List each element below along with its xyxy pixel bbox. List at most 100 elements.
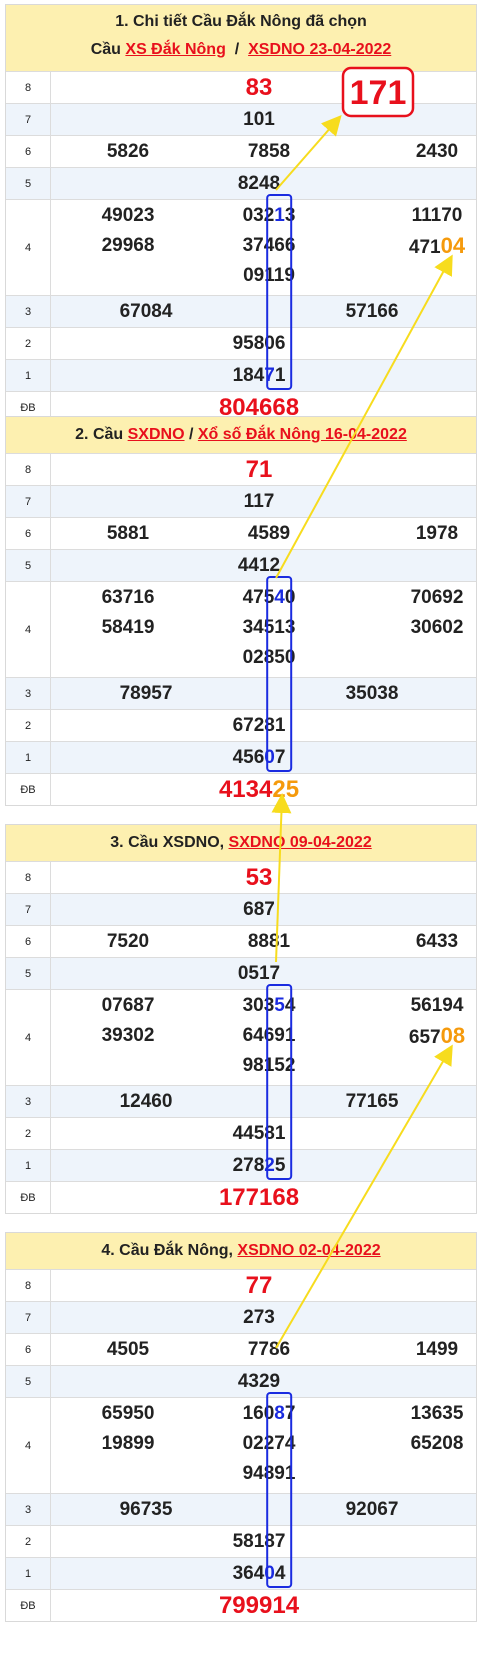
- prize-label: 1: [6, 360, 51, 392]
- prize-label: 3: [6, 678, 51, 710]
- prize-number: 5881: [106, 523, 150, 544]
- prize-number: 78957: [119, 683, 173, 704]
- highlighted-digit: 1: [274, 205, 285, 226]
- prize-number: 12460: [119, 1091, 173, 1112]
- prize-number: 71: [245, 456, 273, 483]
- prize-number: 02274: [242, 1433, 296, 1454]
- prize-number: 7520: [106, 931, 150, 952]
- prize-number: 18471: [232, 365, 286, 386]
- prize-row: 6 5826 7858 2430: [6, 135, 476, 168]
- prize-label: 4: [6, 1398, 51, 1494]
- prize-row: 1 45607: [6, 741, 476, 774]
- prize-number: 5826: [106, 141, 150, 162]
- card-title-text: 3. Cầu XSDNO,: [110, 834, 229, 851]
- card-title-link[interactable]: Xổ số Đắk Nông 16-04-2022: [198, 426, 407, 443]
- card-title-text: 1. Chi tiết Cầu Đắk Nông đã chọn: [115, 13, 367, 30]
- prize-row: 8 77: [6, 1269, 476, 1302]
- prize-label: 1: [6, 1558, 51, 1590]
- card-header: 4. Cầu Đắk Nông, XSDNO 02-04-2022: [6, 1233, 476, 1269]
- prize-row: 7 117: [6, 485, 476, 518]
- prize-label: 2: [6, 1118, 51, 1150]
- prize-label: ĐB: [6, 1182, 51, 1214]
- card-title-text: 2. Cầu: [75, 426, 128, 443]
- prize-row: 7 273: [6, 1301, 476, 1334]
- prize-number: 16087: [242, 1403, 296, 1424]
- prize-row: 4 49023 29968 03213 37466 09119 11170 47104: [6, 199, 476, 296]
- prize-row: 1 18471: [6, 359, 476, 392]
- card-title-link[interactable]: XS Đắk Nông: [125, 41, 225, 58]
- prize-row: 5 4329: [6, 1365, 476, 1398]
- prize-row: 6 7520 8881 6433: [6, 925, 476, 958]
- prize-label: 7: [6, 1302, 51, 1334]
- card-title-text: /: [184, 426, 198, 443]
- prize-label: 4: [6, 582, 51, 678]
- prize-label: ĐB: [6, 774, 51, 806]
- prize-number: 11170: [411, 205, 463, 226]
- prize-number: 0517: [237, 963, 281, 984]
- card-title-link[interactable]: SXDNO: [128, 426, 185, 443]
- prize-label: 5: [6, 168, 51, 200]
- highlighted-digit: 8: [274, 1403, 285, 1424]
- card-header: 2. Cầu SXDNO / Xổ số Đắk Nông 16-04-2022: [6, 417, 476, 453]
- prize-row: 3 96735 92067: [6, 1493, 476, 1526]
- prize-number: 13635: [410, 1403, 464, 1424]
- result-card-2: 2. Cầu SXDNO / Xổ số Đắk Nông 16-04-2022…: [5, 416, 477, 806]
- prize-label: 6: [6, 136, 51, 168]
- prize-row: ĐB 413425: [6, 773, 476, 806]
- prize-label: 1: [6, 1150, 51, 1182]
- prize-number: 30354: [242, 995, 296, 1016]
- prize-number: 98152: [242, 1055, 296, 1076]
- prize-number: 101: [243, 109, 275, 130]
- prize-number: 96735: [119, 1499, 173, 1520]
- card-header: 1. Chi tiết Cầu Đắk Nông đã chọn Cầu XS Đ…: [6, 5, 476, 71]
- prize-row: 5 0517: [6, 957, 476, 990]
- prize-row: 1 27825: [6, 1149, 476, 1182]
- card-title: 4. Cầu Đắk Nông, XSDNO 02-04-2022: [6, 1242, 476, 1260]
- prize-label: 4: [6, 990, 51, 1086]
- card-title-link[interactable]: XSDNO 02-04-2022: [237, 1242, 380, 1259]
- prize-label: 1: [6, 742, 51, 774]
- prize-row: 2 44581: [6, 1117, 476, 1150]
- prize-number: 77: [245, 1272, 273, 1299]
- prize-number: 1978: [415, 523, 459, 544]
- prize-number: 35038: [345, 683, 399, 704]
- prize-row: 4 63716 58419 47540 34513 02850 70692 30602: [6, 581, 476, 678]
- prize-row: 7 101: [6, 103, 476, 136]
- prize-number: 4589: [247, 523, 291, 544]
- prize-label: 8: [6, 72, 51, 104]
- prize-row: 5 4412: [6, 549, 476, 582]
- prize-row: 2 67281: [6, 709, 476, 742]
- prize-row: 4 07687 39302 30354 64691 98152 56194 65708: [6, 989, 476, 1086]
- highlighted-digit: 2: [264, 1155, 275, 1176]
- prize-number: 36404: [232, 1563, 286, 1584]
- prize-label: 6: [6, 518, 51, 550]
- prize-row: 7 687: [6, 893, 476, 926]
- prize-number: 70692: [410, 587, 464, 608]
- result-card-1: 1. Chi tiết Cầu Đắk Nông đã chọn Cầu XS Đ…: [5, 4, 477, 424]
- card-title: 3. Cầu XSDNO, SXDNO 09-04-2022: [6, 834, 476, 852]
- card-title-link[interactable]: SXDNO 09-04-2022: [229, 834, 372, 851]
- prize-number: 07687: [101, 995, 155, 1016]
- prize-label: 5: [6, 958, 51, 990]
- prize-number: 67281: [232, 715, 286, 736]
- prize-number: 687: [243, 899, 275, 920]
- prize-row: ĐB 177168: [6, 1181, 476, 1214]
- prize-number: 09119: [243, 265, 295, 286]
- prize-number: 58187: [232, 1531, 286, 1552]
- prize-number: 03213: [242, 205, 296, 226]
- prize-number: 45607: [232, 747, 286, 768]
- highlighted-digit: 4: [274, 587, 285, 608]
- prize-number: 37466: [242, 235, 296, 256]
- prize-number: 65708: [408, 1023, 466, 1049]
- prize-number: 6433: [415, 931, 459, 952]
- prize-label: 8: [6, 862, 51, 894]
- prize-row: 3 78957 35038: [6, 677, 476, 710]
- prize-number: 39302: [101, 1025, 155, 1046]
- prize-number: 30602: [410, 617, 464, 638]
- prize-number: 53: [245, 864, 273, 891]
- prize-label: 7: [6, 486, 51, 518]
- prize-number: 4505: [106, 1339, 150, 1360]
- card-title-link[interactable]: XSDNO 23-04-2022: [248, 41, 391, 58]
- prize-number: 19899: [101, 1433, 155, 1454]
- prize-number: 27825: [232, 1155, 286, 1176]
